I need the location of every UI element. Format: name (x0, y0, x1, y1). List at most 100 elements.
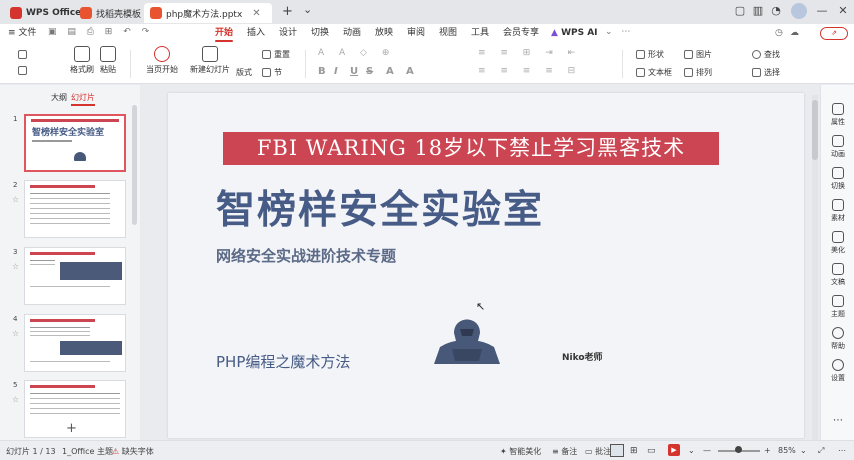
settings-button[interactable]: 设置 (821, 359, 854, 383)
copy-button[interactable] (18, 64, 30, 76)
beautify-icon (832, 231, 844, 243)
more-status-icon[interactable]: ⋯ (838, 446, 846, 455)
menu-member[interactable]: 会员专享 (503, 26, 539, 40)
menu-wps-ai-label: WPS AI (561, 28, 598, 38)
theme-name[interactable]: 1_Office 主题 (62, 446, 113, 457)
animation-pane-button[interactable]: 动画 (821, 135, 854, 159)
reset-button[interactable]: 重置 (262, 48, 290, 60)
picture-button[interactable]: 图片 (684, 48, 712, 60)
strikethrough-button[interactable]: S (366, 66, 373, 77)
slide-canvas[interactable]: FBI WARING 18岁以下禁止学习黑客技术 智榜样安全实验室 网络安全实战… (168, 93, 804, 438)
slide-sorter-button[interactable]: ⊞ (630, 446, 638, 456)
tab-list-dropdown[interactable]: ⌄ (303, 3, 312, 16)
find-button[interactable]: 查找 (752, 48, 780, 60)
slide-thumbnail-2[interactable] (24, 180, 126, 238)
close-window-button[interactable]: ✕ (836, 4, 850, 18)
course-title: PHP编程之魔术方法 (216, 353, 351, 371)
assets-button[interactable]: 素材 (821, 199, 854, 223)
theme-button[interactable]: 主题 (821, 295, 854, 319)
menu-file[interactable]: ≡ 文件 (8, 26, 36, 40)
normal-view-button[interactable] (610, 444, 624, 457)
close-tab-icon[interactable]: ✕ (252, 8, 260, 19)
help-label: 帮助 (831, 342, 845, 350)
beautify-button[interactable]: 美化 (821, 231, 854, 255)
editor-scroll-thumb[interactable] (812, 100, 818, 160)
skin-icon[interactable]: ◔ (769, 4, 783, 18)
menu-animation[interactable]: 动画 (343, 26, 361, 40)
add-slide-button[interactable]: + (66, 421, 77, 436)
menu-home[interactable]: 开始 (215, 26, 234, 42)
reading-view-button[interactable]: ▭ (647, 446, 656, 456)
minimize-button[interactable]: — (815, 4, 829, 18)
textbox-button[interactable]: 文本框 (636, 66, 672, 78)
menu-more-icons[interactable]: ⌄ ⋯ (605, 27, 633, 37)
zoom-out-button[interactable]: — (703, 446, 711, 455)
shape-button[interactable]: 形状 (636, 48, 664, 60)
assets-icon (832, 199, 844, 211)
assets-label: 素材 (831, 214, 845, 222)
play-slideshow-button[interactable]: ▶ (668, 444, 680, 456)
menu-design[interactable]: 设计 (279, 26, 297, 40)
layout-icon[interactable]: ▥ (751, 4, 765, 18)
comments-button[interactable]: ▭ 批注 (585, 446, 611, 457)
menu-slideshow[interactable]: 放映 (375, 26, 393, 40)
history-icon[interactable]: ◷ (775, 28, 783, 38)
play-current-button[interactable]: 当页开始 (146, 46, 178, 75)
zoom-level[interactable]: 85% (778, 446, 796, 455)
italic-button[interactable]: I (334, 66, 338, 77)
smart-beautify-button[interactable]: ✦ 智能美化 (500, 446, 541, 457)
highlight-button[interactable]: A (406, 66, 414, 77)
tab-slides[interactable]: 幻灯片 (71, 92, 95, 106)
zoom-dropdown-icon[interactable]: ⌄ (800, 446, 807, 455)
fit-window-button[interactable]: ⤢ (818, 446, 824, 456)
share-button[interactable]: ⇗ (820, 27, 848, 40)
zoom-slider-thumb[interactable] (735, 446, 742, 453)
collapse-pane-button[interactable]: ⋯ (821, 415, 854, 426)
transition-pane-button[interactable]: 切换 (821, 167, 854, 191)
format-painter-button[interactable]: 格式刷 (70, 46, 94, 75)
underline-button[interactable]: U (350, 66, 358, 77)
cloud-icon[interactable]: ☁ (790, 28, 799, 38)
window-layout-icon[interactable]: ▢ (733, 4, 747, 18)
bold-button[interactable]: B (318, 66, 326, 77)
new-slide-button[interactable]: 新建幻灯片 (190, 46, 230, 75)
play-options-icon[interactable]: ⌄ (688, 446, 695, 455)
font-color-button[interactable]: A (386, 66, 394, 77)
arrange-button[interactable]: 排列 (684, 66, 712, 78)
missing-font[interactable]: ⚠ 缺失字体 (112, 446, 154, 457)
avatar[interactable] (791, 3, 807, 19)
paste-button[interactable]: 粘贴 (100, 46, 116, 75)
zoom-in-button[interactable]: + (764, 446, 771, 455)
tab-document[interactable]: php魔术方法.pptx ✕ (144, 3, 272, 23)
alignment-controls[interactable]: ≡ ≡ ≡ ≡ ⊟ (478, 66, 588, 78)
menu-wps-ai[interactable]: ▲ WPS AI (551, 26, 598, 40)
properties-label: 属性 (831, 118, 845, 126)
section-button[interactable]: 节 (262, 66, 282, 78)
slide-thumbnail-3[interactable] (24, 247, 126, 305)
font-size-controls[interactable]: A A ◇ ⊕ (318, 48, 458, 60)
slide-subtitle: 网络安全实战进阶技术专题 (216, 247, 397, 265)
panel-scrollbar[interactable] (132, 105, 137, 225)
menu-transition[interactable]: 切换 (311, 26, 329, 40)
paragraph-controls[interactable]: ≡ ≡ ⊞ ⇥ ⇤ (478, 48, 588, 60)
menu-view[interactable]: 视图 (439, 26, 457, 40)
select-button[interactable]: 选择 (752, 66, 780, 78)
new-tab-button[interactable]: + (282, 4, 293, 19)
document-label: 文稿 (831, 278, 845, 286)
tab-docer[interactable]: 找稻壳模板 (74, 3, 147, 23)
menu-insert[interactable]: 插入 (247, 26, 265, 40)
notes-button[interactable]: ≡ 备注 (552, 446, 577, 457)
properties-button[interactable]: 属性 (821, 103, 854, 127)
tab-outline[interactable]: 大纲 (51, 92, 67, 103)
cut-button[interactable] (18, 48, 30, 60)
slide-thumbnail-4[interactable] (24, 314, 126, 372)
menu-tools[interactable]: 工具 (471, 26, 489, 40)
layout-button[interactable]: 版式 (236, 66, 252, 78)
help-button[interactable]: 帮助 (821, 327, 854, 351)
menu-review[interactable]: 审阅 (407, 26, 425, 40)
slide-thumbnail-1[interactable]: 智榜样安全实验室 (24, 114, 126, 172)
quick-access-icons[interactable]: ▣ ▤ ⎙ ⊞ ↶ ↷ (48, 27, 153, 37)
slide-number-4: 4 (13, 315, 18, 323)
document-button[interactable]: 文稿 (821, 263, 854, 287)
textbox-icon (636, 67, 645, 77)
